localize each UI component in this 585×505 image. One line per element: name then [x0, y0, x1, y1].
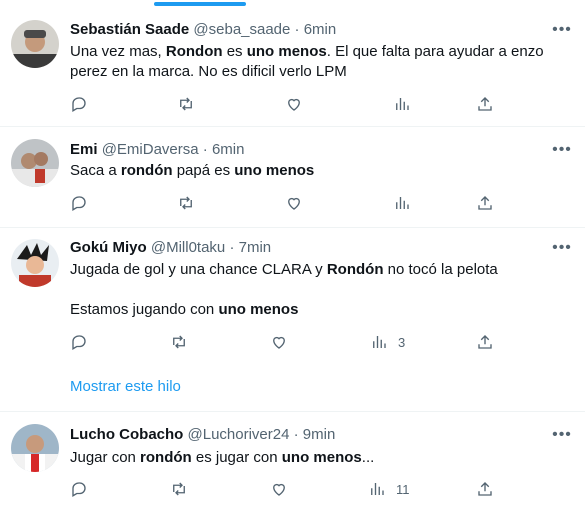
- separator-dot: ·: [229, 239, 235, 256]
- views-button[interactable]: [393, 193, 421, 213]
- avatar[interactable]: [11, 424, 59, 472]
- tweet-text: Jugar con rondón es jugar con uno menos.…: [70, 449, 375, 466]
- tweet-text: Saca a rondón papá es uno menos: [70, 162, 315, 179]
- like-button[interactable]: [285, 94, 303, 114]
- share-button[interactable]: [476, 332, 494, 352]
- tweet-header: Gokú Miyo @Mill0taku · 7min: [70, 238, 271, 258]
- separator-dot: ·: [202, 141, 208, 158]
- like-icon: [288, 98, 300, 111]
- timestamp[interactable]: 7min: [239, 239, 272, 256]
- reply-icon: [72, 482, 86, 497]
- views-button[interactable]: [393, 94, 421, 114]
- tweet-3[interactable]: Gokú Miyo @Mill0taku · 7min ••• Jugada d…: [0, 228, 585, 412]
- user-handle[interactable]: @seba_saade: [193, 21, 290, 38]
- top-tab-indicator-bar: [0, 0, 585, 8]
- user-handle[interactable]: @Mill0taku: [151, 239, 225, 256]
- user-handle[interactable]: @EmiDaversa: [102, 141, 199, 158]
- reply-button[interactable]: [70, 193, 88, 213]
- reply-icon: [72, 335, 86, 350]
- retweet-button[interactable]: [170, 479, 188, 499]
- tweet-actions: 11: [0, 479, 585, 499]
- views-count: 3: [398, 334, 406, 350]
- share-button[interactable]: [476, 479, 494, 499]
- retweet-button[interactable]: [177, 193, 195, 213]
- tweet-text: Jugada de gol y una chance CLARA y Rondó…: [70, 261, 498, 278]
- avatar[interactable]: [11, 239, 59, 287]
- timestamp[interactable]: 9min: [303, 426, 336, 443]
- share-icon: [478, 482, 492, 496]
- reply-icon: [72, 97, 86, 112]
- user-name[interactable]: Emi: [70, 141, 98, 158]
- share-icon: [478, 196, 492, 210]
- tweet-actions: 3: [0, 332, 585, 352]
- tweet-text-paragraph-2: Estamos jugando con uno menos: [70, 301, 299, 318]
- share-icon: [478, 97, 492, 111]
- tweet-header: Emi @EmiDaversa · 6min: [70, 140, 244, 160]
- reply-button[interactable]: [70, 332, 88, 352]
- tweet-actions: [0, 94, 585, 114]
- tweet-header: Lucho Cobacho @Luchoriver24 · 9min: [70, 425, 335, 445]
- tweet-header: Sebastián Saade @seba_saade · 6min: [70, 20, 336, 40]
- like-icon: [273, 483, 285, 496]
- tweet-actions: [0, 193, 585, 213]
- like-icon: [273, 336, 285, 349]
- active-tab-indicator: [154, 2, 246, 6]
- retweet-icon: [173, 335, 185, 349]
- more-icon[interactable]: •••: [552, 427, 572, 449]
- user-name[interactable]: Lucho Cobacho: [70, 426, 183, 443]
- views-icon: [371, 483, 384, 495]
- share-button[interactable]: [476, 193, 494, 213]
- show-thread-link[interactable]: Mostrar este hilo: [70, 378, 181, 395]
- share-icon: [478, 335, 492, 349]
- retweet-icon: [173, 482, 185, 496]
- user-name[interactable]: Gokú Miyo: [70, 239, 147, 256]
- timestamp[interactable]: 6min: [212, 141, 245, 158]
- more-icon[interactable]: •••: [552, 22, 572, 44]
- reply-button[interactable]: [70, 479, 88, 499]
- separator-dot: ·: [293, 426, 299, 443]
- avatar[interactable]: [11, 20, 59, 68]
- views-icon: [373, 336, 386, 348]
- views-count: 11: [396, 481, 410, 497]
- like-button[interactable]: [285, 193, 303, 213]
- views-icon: [396, 197, 409, 209]
- separator-dot: ·: [294, 21, 300, 38]
- like-button[interactable]: [270, 479, 288, 499]
- tweet-1[interactable]: Sebastián Saade @seba_saade · 6min ••• U…: [0, 8, 585, 127]
- like-button[interactable]: [270, 332, 288, 352]
- views-button[interactable]: 3: [370, 332, 405, 352]
- timestamp[interactable]: 6min: [304, 21, 337, 38]
- reply-button[interactable]: [70, 94, 88, 114]
- more-icon[interactable]: •••: [552, 240, 572, 262]
- views-button[interactable]: 11: [368, 479, 410, 499]
- reply-icon: [72, 196, 86, 211]
- share-button[interactable]: [476, 94, 494, 114]
- tweet-2[interactable]: Emi @EmiDaversa · 6min ••• Saca a rondón…: [0, 127, 585, 228]
- retweet-button[interactable]: [177, 94, 195, 114]
- avatar[interactable]: [11, 139, 59, 187]
- user-name[interactable]: Sebastián Saade: [70, 21, 189, 38]
- user-handle[interactable]: @Luchoriver24: [188, 426, 290, 443]
- retweet-icon: [180, 196, 192, 210]
- retweet-icon: [180, 97, 192, 111]
- retweet-button[interactable]: [170, 332, 188, 352]
- views-icon: [396, 98, 409, 110]
- tweet-text: Una vez mas, Rondon es uno menos. El que…: [70, 43, 544, 80]
- like-icon: [288, 197, 300, 210]
- tweet-4[interactable]: Lucho Cobacho @Luchoriver24 · 9min ••• J…: [0, 412, 585, 505]
